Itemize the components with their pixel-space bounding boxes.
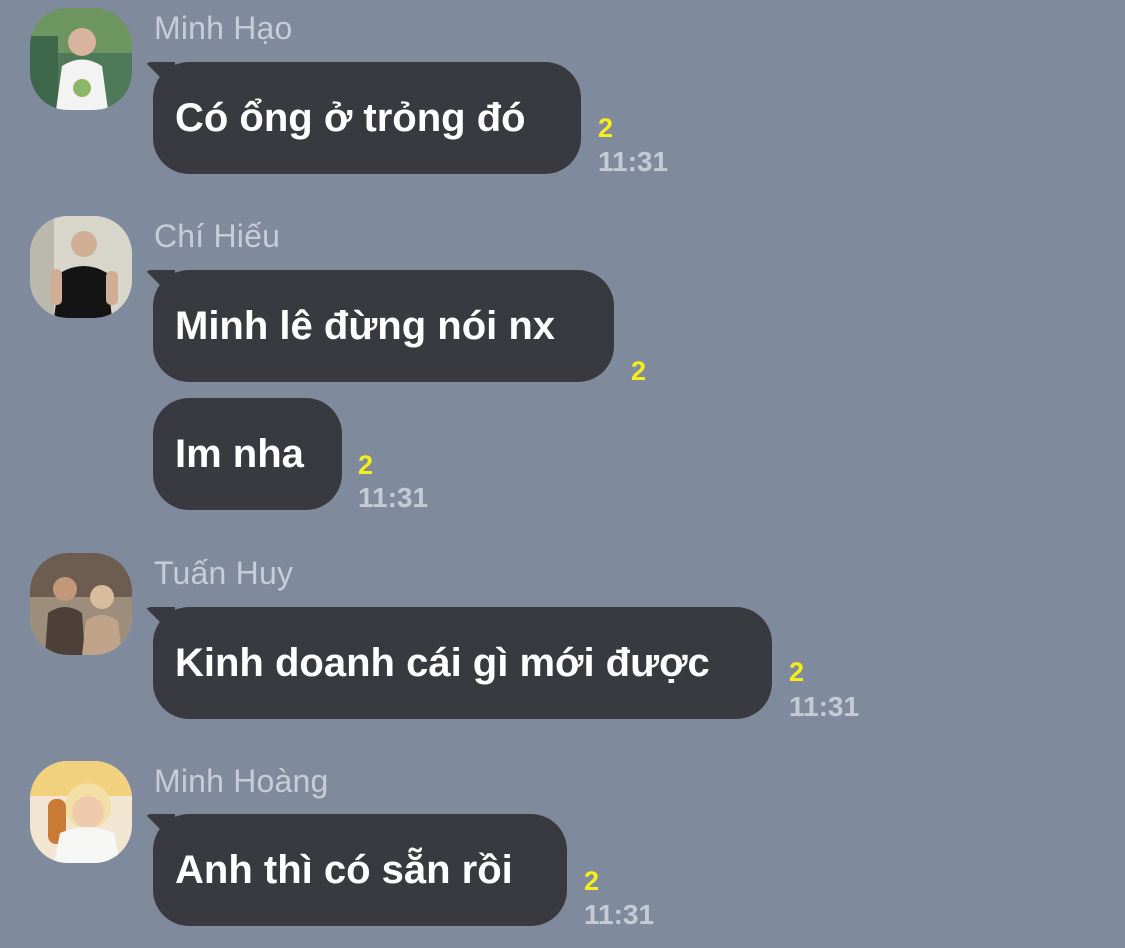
message-time: 11:31 [598,146,669,177]
message-bubble[interactable]: Anh thì có sẵn rồi [153,814,567,926]
message-bubble[interactable]: Có ổng ở trỏng đó [153,62,581,174]
unread-count: 2 [598,113,614,143]
unread-count: 2 [584,866,600,896]
message-time: 11:31 [789,691,860,722]
message-bubble[interactable]: Im nha [153,398,342,510]
avatar-photo-icon [30,553,132,655]
message-time: 11:31 [358,482,429,513]
sender-avatar[interactable] [30,8,132,110]
sender-avatar[interactable] [30,761,132,863]
avatar-photo-icon [30,761,132,863]
message-bubble[interactable]: Minh lê đừng nói nx [153,270,614,382]
unread-count: 2 [631,356,647,386]
sender-name: Tuấn Huy [154,555,294,591]
sender-name: Chí Hiếu [154,218,281,254]
unread-count: 2 [358,450,374,480]
sender-name: Minh Hạo [154,10,293,46]
message-time: 11:31 [584,899,655,930]
message-bubble[interactable]: Kinh doanh cái gì mới được [153,607,772,719]
sender-name: Minh Hoàng [154,763,329,799]
sender-avatar[interactable] [30,553,132,655]
avatar-photo-icon [30,216,132,318]
unread-count: 2 [789,657,805,687]
sender-avatar[interactable] [30,216,132,318]
avatar-photo-icon [30,8,132,110]
chat-message-list[interactable]: Minh Hạo Có ổng ở trỏng đó 2 11:31 Chí H… [0,0,1125,948]
